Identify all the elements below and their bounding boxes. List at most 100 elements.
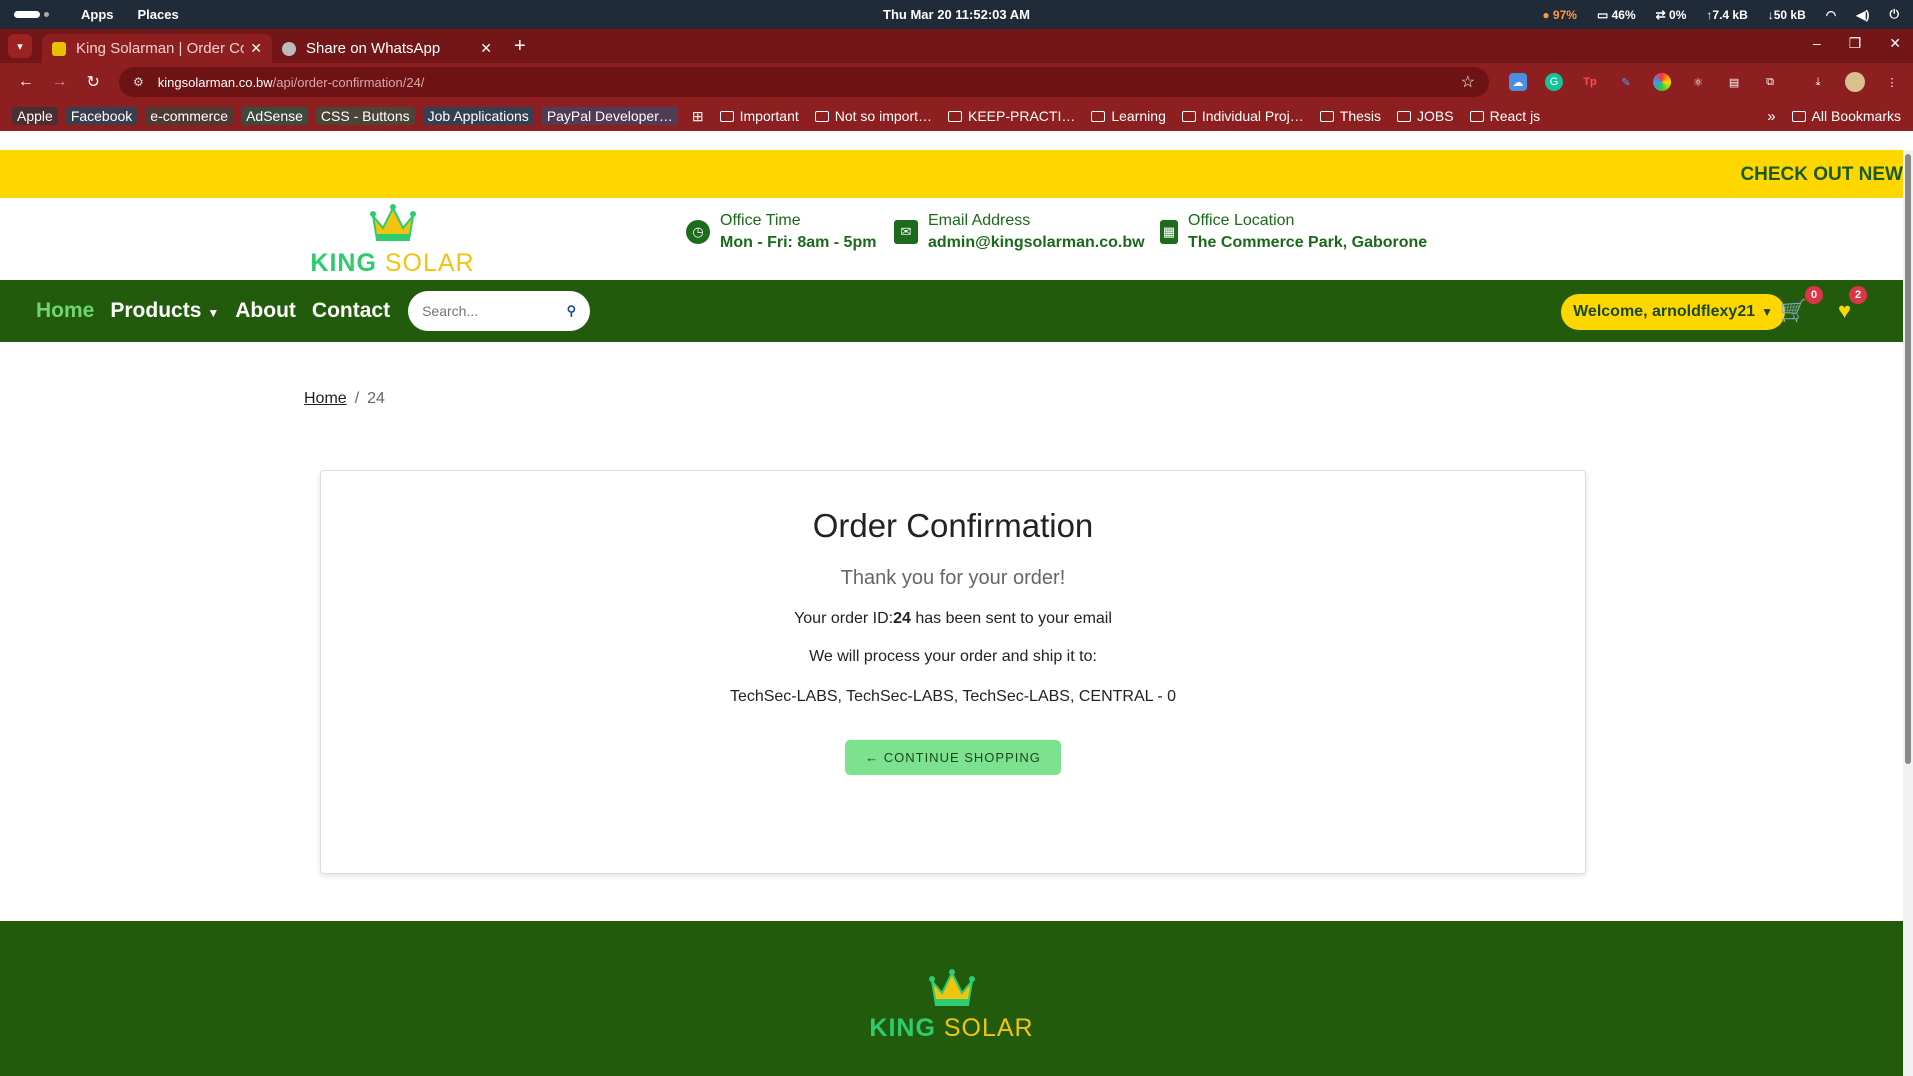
heart-icon[interactable]: ♥ 2 [1838,286,1867,324]
bookmark-star-icon[interactable]: ☆ [1461,72,1475,92]
all-bookmarks-label: All Bookmarks [1811,108,1901,124]
swap-value: 0% [1669,7,1687,22]
bookmark-folder[interactable]: Learning [1091,108,1166,124]
nav-home[interactable]: Home [36,299,94,323]
cloud-extension-icon[interactable]: ☁ [1509,73,1528,91]
welcome-label: Welcome, arnoldflexy21 [1573,303,1756,320]
minimize-icon[interactable]: – [1813,35,1821,52]
nav-about[interactable]: About [235,299,296,323]
power-icon[interactable]: ⏻ [1890,7,1900,22]
wishlist-count-badge: 2 [1849,286,1867,304]
location-info: ▦ Office Location The Commerce Park, Gab… [1160,212,1427,252]
extensions-puzzle-icon[interactable]: ⧉ [1761,73,1779,91]
tab-whatsapp[interactable]: Share on WhatsApp ✕ [272,34,502,63]
breadcrumb-home[interactable]: Home [304,390,347,407]
footer-logo[interactable]: KING SOLAR [869,967,1034,1043]
folder-icon [1469,110,1484,122]
site-info-icon[interactable]: ⚙ [133,75,144,89]
bookmark-folder-label: JOBS [1417,108,1454,124]
site-footer: KING SOLAR [0,921,1903,1076]
reload-button[interactable]: ↻ [79,72,107,92]
page-scrollbar[interactable] [1903,150,1913,1076]
folder-icon [1181,110,1196,122]
restore-icon[interactable]: ❐ [1849,35,1862,52]
extensions-row: ☁ G Tp ✎ ⚛ ▤ ⧉ ⤓ ⋮ [1509,72,1901,92]
back-button[interactable]: ← [12,73,40,91]
volume-icon[interactable]: ◀) [1856,8,1869,22]
close-window-icon[interactable]: ✕ [1889,35,1901,52]
bookmark-folder-label: Thesis [1339,108,1382,124]
apps-menu[interactable]: Apps [81,7,114,22]
bookmark-item[interactable]: PayPal Developer… [541,107,678,125]
bookmark-item[interactable]: CSS - Buttons [315,107,415,125]
bookmark-folder[interactable]: Individual Proj… [1181,108,1304,124]
url-host: kingsolarman.co.bw [157,74,273,90]
battery-indicator: ● 97% [1542,7,1577,22]
scrollbar-thumb[interactable] [1905,154,1911,764]
folder-icon [1091,110,1106,122]
bookmark-item[interactable]: e-commerce [145,107,234,125]
office-time-value: Mon - Fri: 8am - 5pm [720,234,877,251]
bookmark-folder[interactable]: JOBS [1397,108,1454,124]
bookmark-folder[interactable]: Thesis [1319,108,1382,124]
bookmark-item[interactable]: Apple [12,107,58,125]
activities-indicator[interactable] [14,11,49,18]
bookmark-item[interactable]: Facebook [65,107,138,125]
email-info: ✉ Email Address admin@kingsolarman.co.bw [894,212,1145,252]
email-value[interactable]: admin@kingsolarman.co.bw [928,234,1145,252]
react-devtools-icon[interactable]: ⚛ [1689,73,1707,91]
continue-shopping-button[interactable]: ← CONTINUE SHOPPING [845,740,1061,775]
cart-icon[interactable]: 🛒 0 [1780,286,1823,324]
search-input[interactable] [422,303,567,319]
browser-menu-icon[interactable]: ⋮ [1883,73,1901,91]
window-controls: – ❐ ✕ [1813,35,1901,52]
search-icon[interactable]: ⚲ [567,303,577,319]
order-confirmation-card: Order Confirmation Thank you for your or… [320,470,1586,874]
building-icon: ▦ [1160,220,1178,244]
forward-button[interactable]: → [46,73,74,91]
close-tab-icon[interactable]: ✕ [480,40,492,57]
crown-icon [369,204,416,241]
close-tab-icon[interactable]: ✕ [250,40,262,57]
wifi-icon[interactable]: ◠ [1826,8,1836,22]
tp-extension-icon[interactable]: Tp [1581,73,1599,91]
office-time-label: Office Time [720,212,801,229]
shipping-address: TechSec-LABS, TechSec-LABS, TechSec-LABS… [729,688,1177,705]
swap-indicator: ⇄ 0% [1655,7,1687,22]
king-solar-favicon-icon [52,41,66,56]
bookmark-item[interactable]: AdSense [241,107,308,125]
tab-strip: ▾ King Solarman | Order Confirmation ✕ S… [0,29,1913,63]
envelope-icon: ✉ [894,220,918,244]
download-icon[interactable]: ⤓ [1809,73,1827,91]
user-menu-button[interactable]: Welcome, arnoldflexy21 ▼ [1561,294,1785,330]
profile-avatar[interactable] [1845,72,1866,92]
nav-products[interactable]: Products ▼ [110,299,219,323]
bookmark-item[interactable]: Job Applications [422,107,534,125]
bookmark-folder-label: Not so import… [834,108,932,124]
nav-contact[interactable]: Contact [312,299,390,323]
address-bar[interactable]: ⚙ kingsolarman.co.bw/api/order-confirmat… [119,67,1490,97]
all-bookmarks[interactable]: All Bookmarks [1791,108,1901,124]
bookmark-folder[interactable]: KEEP-PRACTI… [948,108,1075,124]
places-menu[interactable]: Places [138,7,179,22]
tab-king-solarman[interactable]: King Solarman | Order Confirmation ✕ [42,34,272,63]
promo-marquee-text[interactable]: CHECK OUT NEW [1740,164,1903,186]
site-header: KING SOLAR ◷ Office Time Mon - Fri: 8am … [0,198,1903,280]
clock[interactable]: Thu Mar 20 11:52:03 AM [883,7,1030,22]
document-extension-icon[interactable]: ▤ [1725,73,1743,91]
bookmark-folder[interactable]: React js [1469,108,1540,124]
bookmark-folder[interactable]: Not so import… [814,108,932,124]
pen-extension-icon[interactable]: ✎ [1617,73,1635,91]
new-tab-button[interactable]: + [514,35,526,58]
tab-search-button[interactable]: ▾ [8,34,32,58]
cpu-indicator: ▭ 46% [1596,7,1636,22]
color-extension-icon[interactable] [1653,73,1672,91]
grammarly-extension-icon[interactable]: G [1545,73,1564,91]
location-label: Office Location [1188,212,1295,229]
more-bookmarks-icon[interactable]: » [1767,108,1775,125]
bookmark-folder[interactable]: Important [719,108,799,124]
cpu-value: 46% [1611,7,1636,22]
apps-grid-icon[interactable]: ⊞ [692,108,704,125]
net-down: ↓50 kB [1767,7,1806,22]
site-logo[interactable]: KING SOLAR [310,202,475,278]
